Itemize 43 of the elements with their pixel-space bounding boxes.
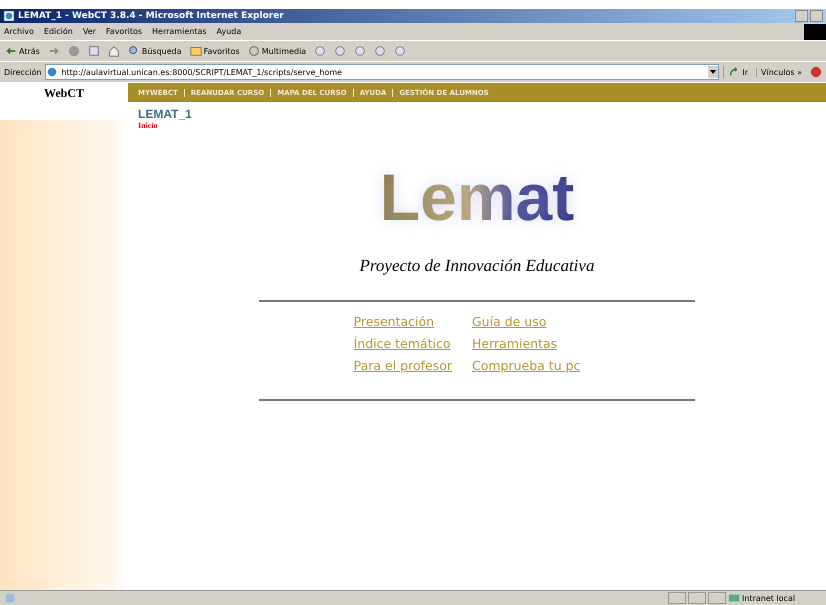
network-icon [728,592,740,604]
page-icon [4,592,16,604]
curved-arrow-icon [728,66,740,78]
links-button[interactable]: Vínculos » [756,68,806,76]
webct-logo[interactable]: WebCT [0,83,128,103]
address-label: Dirección [4,68,42,76]
toolbar-button[interactable] [333,44,348,58]
back-arrow-icon [5,45,17,57]
toolbar-icon [334,45,346,57]
minimize-button[interactable] [795,10,808,22]
restore-button[interactable] [810,10,823,22]
go-button[interactable]: Ir [723,66,752,78]
toolbar-icon [354,45,366,57]
menu-item[interactable]: Herramientas [152,27,207,36]
forward-arrow-icon [48,45,60,57]
menu-item[interactable]: Favoritos [106,27,142,36]
toolbar-button[interactable] [373,44,388,58]
course-title: LEMAT_1 [138,107,192,121]
menu-item[interactable]: Edición [44,27,73,36]
folder-icon [190,45,202,57]
toolbar-icon [374,45,386,57]
breadcrumb: Inicio [138,121,158,130]
toolbar-button[interactable] [106,44,121,58]
toolbar-button[interactable]: Atrás [4,44,41,58]
window-title: LEMAT_1 - WebCT 3.8.4 - Microsoft Internet Explorer [18,11,284,21]
toolbar-button[interactable]: Multimedia [246,44,308,58]
home-icon [108,45,120,57]
dropdown-icon[interactable] [708,66,718,78]
toolbar-button[interactable]: Favoritos [188,44,241,58]
toolbar-button[interactable] [313,44,328,58]
address-field[interactable]: http://aulavirtual.unican.es:8000/SCRIPT/LEMAT_1/scripts/serve_home [45,64,720,80]
menu-item[interactable]: Archivo [4,27,34,36]
toolbar-button[interactable] [393,44,408,58]
page-icon [46,66,58,78]
security-zone: Intranet local [742,594,796,602]
menu-item[interactable]: Ayuda [216,27,242,36]
toolbar-icon [314,45,326,57]
menu-item[interactable]: Ver [82,27,96,36]
subtitle: Proyecto de Innovación Educativa [360,256,594,276]
toolbar-button[interactable]: Búsqueda [126,44,183,58]
search-icon [128,45,140,57]
toolbar-icon [394,45,406,57]
toolbar-button[interactable] [353,44,368,58]
